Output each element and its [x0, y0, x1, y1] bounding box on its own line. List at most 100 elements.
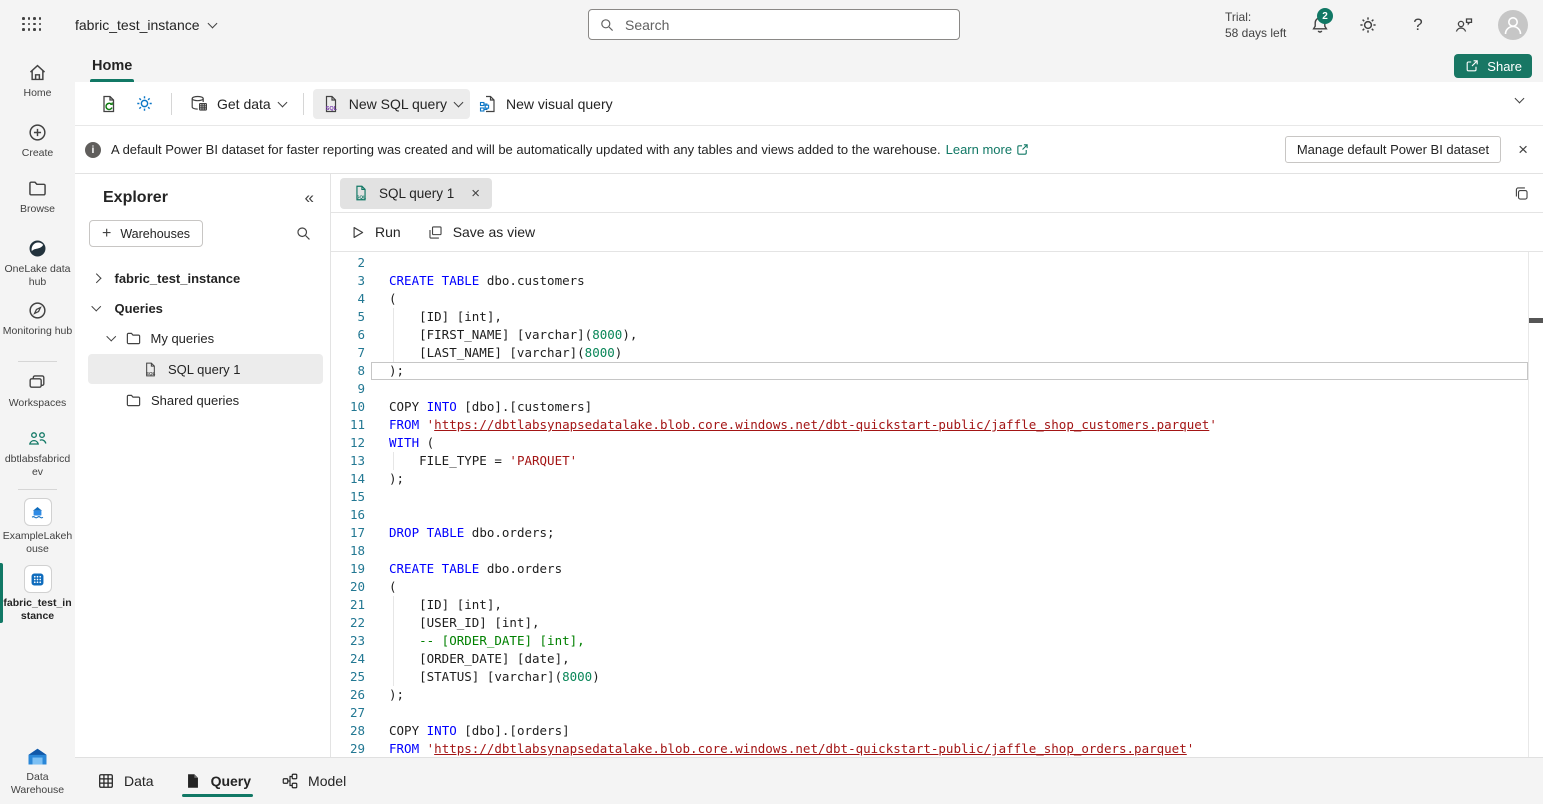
- save-as-view-button[interactable]: Save as view: [427, 224, 535, 241]
- nav-item-data-warehouse[interactable]: Data Warehouse: [0, 746, 75, 797]
- nav-item-label: OneLake data hub: [3, 263, 73, 289]
- code-line[interactable]: 8);: [331, 362, 1528, 380]
- code-line[interactable]: 10COPY INTO [dbo].[customers]: [331, 398, 1528, 416]
- save-as-view-icon: [427, 224, 444, 241]
- info-banner: i A default Power BI dataset for faster …: [75, 126, 1543, 174]
- nav-item-dbtlabsfabricdev[interactable]: dbtlabsfabricdev: [0, 428, 75, 479]
- code-line[interactable]: 19CREATE TABLE dbo.orders: [331, 560, 1528, 578]
- tab-model[interactable]: Model: [281, 758, 346, 804]
- notifications-button[interactable]: 2: [1308, 13, 1332, 37]
- code-line[interactable]: 20(: [331, 578, 1528, 596]
- svg-text:SQL: SQL: [146, 370, 156, 375]
- settings-button[interactable]: [1356, 13, 1380, 37]
- code-line[interactable]: 21 [ID] [int],: [331, 596, 1528, 614]
- explorer-search-icon[interactable]: [295, 225, 312, 242]
- code-line[interactable]: 29FROM 'https://dbtlabsynapsedatalake.bl…: [331, 740, 1528, 758]
- code-line[interactable]: 27: [331, 704, 1528, 722]
- code-line[interactable]: 24 [ORDER_DATE] [date],: [331, 650, 1528, 668]
- run-label: Run: [375, 224, 401, 240]
- code-line[interactable]: 23 -- [ORDER_DATE] [int],: [331, 632, 1528, 650]
- folder-icon: [125, 330, 142, 347]
- nav-item-examplelakehouse[interactable]: ExampleLakehouse: [0, 498, 75, 556]
- code-line[interactable]: 5 [ID] [int],: [331, 308, 1528, 326]
- sql-editor[interactable]: 23CREATE TABLE dbo.customers4(5 [ID] [in…: [331, 252, 1543, 757]
- feedback-button[interactable]: [1452, 13, 1476, 37]
- line-number: 11: [331, 416, 371, 434]
- nav-item-browse[interactable]: Browse: [0, 178, 75, 216]
- code-line[interactable]: 26);: [331, 686, 1528, 704]
- chevron-down-icon: [107, 332, 116, 341]
- code-line[interactable]: 12WITH (: [331, 434, 1528, 452]
- app-root: fabric_test_instance Trial: 58 days left…: [0, 0, 1543, 804]
- code-line[interactable]: 6 [FIRST_NAME] [varchar](8000),: [331, 326, 1528, 344]
- code-line[interactable]: 9: [331, 380, 1528, 398]
- nav-item-fabric-test-instance[interactable]: fabric_test_instance: [0, 565, 75, 623]
- code-content: COPY INTO [dbo].[customers]: [371, 398, 1528, 416]
- search-box[interactable]: [588, 9, 960, 40]
- code-line[interactable]: 3CREATE TABLE dbo.customers: [331, 272, 1528, 290]
- ribbon-tab-home[interactable]: Home: [83, 50, 141, 82]
- tree-item-label: Queries: [115, 301, 163, 316]
- folder-icon: [125, 392, 142, 409]
- refresh-button[interactable]: [91, 89, 127, 119]
- code-line[interactable]: 18: [331, 542, 1528, 560]
- nav-item-monitoring-hub[interactable]: Monitoring hub: [0, 300, 75, 338]
- code-line[interactable]: 4(: [331, 290, 1528, 308]
- new-warehouse-button[interactable]: + Warehouses: [89, 220, 203, 247]
- explorer-tree: fabric_test_instance Queries My queries …: [75, 263, 330, 415]
- app-launcher-icon[interactable]: [22, 17, 41, 31]
- nav-item-onelake-data-hub[interactable]: OneLake data hub: [0, 238, 75, 289]
- nav-item-home[interactable]: Home: [0, 62, 75, 100]
- code-content: CREATE TABLE dbo.customers: [371, 272, 1528, 290]
- run-button[interactable]: Run: [349, 224, 401, 241]
- code-line[interactable]: 28COPY INTO [dbo].[orders]: [331, 722, 1528, 740]
- code-line[interactable]: 17DROP TABLE dbo.orders;: [331, 524, 1528, 542]
- tree-item-sql-query-1[interactable]: SQL SQL query 1: [88, 354, 323, 384]
- code-line[interactable]: 11FROM 'https://dbtlabsynapsedatalake.bl…: [331, 416, 1528, 434]
- line-number: 7: [331, 344, 371, 362]
- code-line[interactable]: 14);: [331, 470, 1528, 488]
- nav-item-workspaces[interactable]: Workspaces: [0, 372, 75, 410]
- code-line[interactable]: 16: [331, 506, 1528, 524]
- ribbon-collapse-icon[interactable]: [1515, 94, 1525, 104]
- nav-item-create[interactable]: Create: [0, 122, 75, 160]
- query-tab-strip: SQL SQL query 1 ×: [331, 174, 1543, 213]
- cursor-position-marker: [1529, 318, 1543, 323]
- editor-overview-ruler[interactable]: [1528, 252, 1543, 757]
- new-visual-query-button[interactable]: New visual query: [470, 89, 621, 119]
- tree-item-warehouse-root[interactable]: fabric_test_instance: [75, 263, 330, 293]
- get-data-button[interactable]: Get data: [181, 89, 294, 119]
- tree-item-shared-queries[interactable]: Shared queries: [75, 385, 330, 415]
- workspace-switcher[interactable]: fabric_test_instance: [75, 0, 216, 50]
- line-number: 14: [331, 470, 371, 488]
- tab-query[interactable]: Query: [184, 758, 251, 804]
- collapse-panel-icon[interactable]: «: [305, 188, 314, 208]
- close-tab-icon[interactable]: ×: [471, 186, 480, 201]
- code-line[interactable]: 25 [STATUS] [varchar](8000): [331, 668, 1528, 686]
- tree-item-my-queries[interactable]: My queries: [75, 323, 330, 353]
- share-button[interactable]: Share: [1454, 54, 1532, 78]
- code-content: [371, 488, 1528, 506]
- code-line[interactable]: 7 [LAST_NAME] [varchar](8000): [331, 344, 1528, 362]
- copy-icon[interactable]: [1513, 185, 1530, 202]
- code-content: );: [371, 470, 1528, 488]
- code-line[interactable]: 13 FILE_TYPE = 'PARQUET': [331, 452, 1528, 470]
- account-button[interactable]: [1498, 10, 1528, 40]
- sql-file-icon: SQL: [352, 184, 370, 202]
- learn-more-link[interactable]: Learn more: [946, 142, 1029, 157]
- code-line[interactable]: 15: [331, 488, 1528, 506]
- code-line[interactable]: 22 [USER_ID] [int],: [331, 614, 1528, 632]
- banner-close-icon[interactable]: ×: [1518, 141, 1528, 158]
- tab-data[interactable]: Data: [97, 758, 154, 804]
- tree-item-queries[interactable]: Queries: [75, 293, 330, 323]
- new-sql-query-button[interactable]: SQL New SQL query: [313, 89, 470, 119]
- query-settings-button[interactable]: [127, 89, 162, 118]
- query-tab-sql-query-1[interactable]: SQL SQL query 1 ×: [340, 178, 492, 209]
- refresh-document-icon: [99, 94, 119, 114]
- search-input[interactable]: [623, 16, 949, 34]
- help-button[interactable]: ?: [1406, 13, 1430, 37]
- code-line[interactable]: 2: [331, 254, 1528, 272]
- manage-dataset-button[interactable]: Manage default Power BI dataset: [1285, 136, 1501, 163]
- tree-item-label: Shared queries: [151, 393, 239, 408]
- compass-icon: [27, 300, 48, 321]
